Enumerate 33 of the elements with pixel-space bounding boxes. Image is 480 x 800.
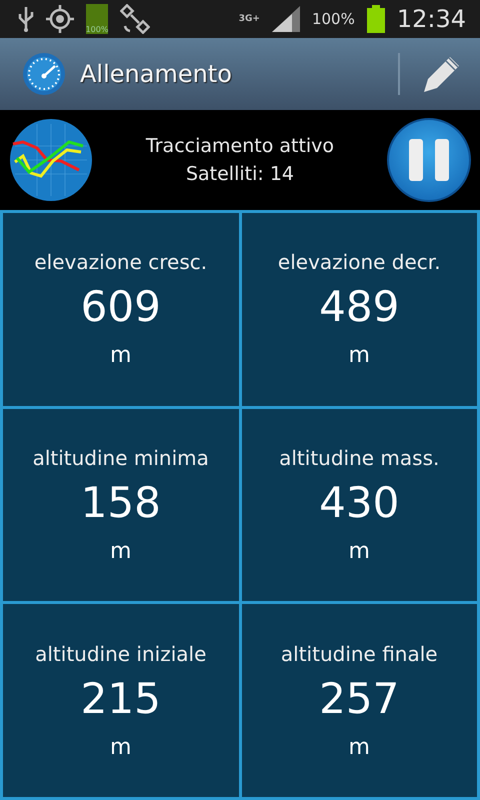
stat-value: 158	[80, 478, 161, 527]
stat-unit: m	[348, 343, 370, 368]
edit-icon[interactable]	[422, 54, 462, 94]
gps-icon	[46, 5, 74, 33]
stat-label: elevazione cresc.	[34, 250, 208, 274]
stat-unit: m	[110, 538, 132, 564]
stat-unit: m	[110, 343, 132, 368]
stat-value: 257	[319, 674, 400, 723]
speedometer-icon[interactable]	[22, 52, 66, 96]
stat-value: 489	[319, 282, 400, 332]
battery-icon	[366, 5, 385, 33]
stat-value: 609	[80, 282, 161, 332]
stat-unit: m	[110, 734, 132, 760]
stat-unit: m	[348, 734, 370, 760]
satellite-count: Satelliti: 14	[186, 163, 294, 185]
stat-label: altitudine mass.	[279, 446, 440, 470]
clock: 12:34	[396, 5, 466, 33]
network-type: 3G+	[238, 14, 260, 24]
stat-unit: m	[348, 538, 370, 564]
signal-icon	[272, 6, 300, 32]
battery-icon-label: 100%	[86, 25, 108, 34]
stat-label: elevazione decr.	[278, 250, 441, 274]
stat-value: 215	[80, 674, 161, 723]
stat-value: 430	[319, 478, 400, 527]
chart-icon[interactable]	[9, 118, 93, 202]
battery-percent: 100%	[312, 10, 355, 28]
usb-icon	[18, 6, 34, 32]
stat-label: altitudine iniziale	[35, 642, 206, 666]
screen-title: Allenamento	[80, 60, 233, 88]
tracking-status: Tracciamento attivo	[146, 135, 334, 157]
satellite-icon	[120, 4, 150, 34]
stat-label: altitudine finale	[280, 642, 438, 666]
stat-label: altitudine minima	[32, 446, 209, 470]
